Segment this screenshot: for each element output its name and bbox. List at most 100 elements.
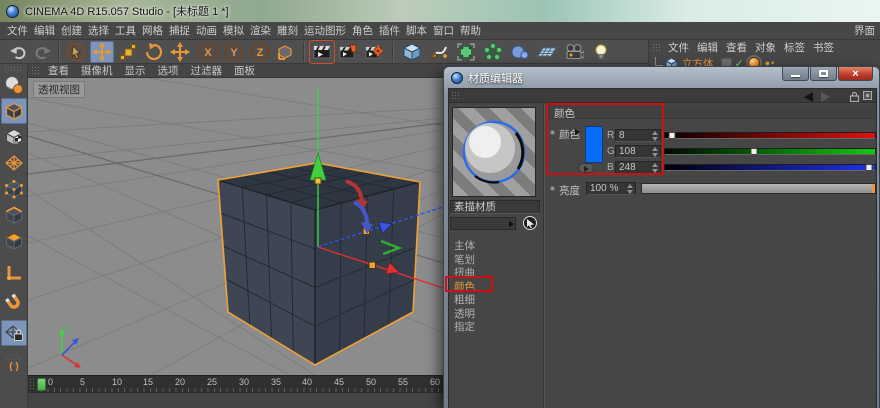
window-titlebar[interactable]: CINEMA 4D R15.057 Studio - [未标题 1 *]: [0, 0, 880, 22]
live-selection-button[interactable]: [64, 41, 88, 63]
menu-item[interactable]: 运动图形: [301, 23, 349, 38]
menu-item[interactable]: 帮助: [457, 23, 484, 38]
add-metaball-button[interactable]: [508, 41, 532, 63]
r-slider[interactable]: [664, 132, 876, 139]
brightness-value-field[interactable]: 100 %: [586, 182, 636, 195]
om-menu-item[interactable]: 标签: [780, 40, 809, 55]
close-button[interactable]: ×: [838, 67, 873, 81]
lock-workplane-button[interactable]: [1, 320, 27, 346]
menu-item[interactable]: 动画: [193, 23, 220, 38]
vp-menu-item[interactable]: 摄像机: [75, 63, 119, 78]
channel-item[interactable]: 指定: [454, 321, 539, 335]
playhead-marker[interactable]: [37, 378, 46, 391]
menu-item[interactable]: 创建: [58, 23, 85, 38]
menu-item[interactable]: 编辑: [31, 23, 58, 38]
add-camera-button[interactable]: [562, 41, 586, 63]
interface-menu[interactable]: 界面: [851, 23, 878, 38]
menu-item[interactable]: 渲染: [247, 23, 274, 38]
menu-item[interactable]: 选择: [85, 23, 112, 38]
add-subdivision-surface-button[interactable]: [454, 41, 478, 63]
add-light-button[interactable]: [589, 41, 613, 63]
channel-item[interactable]: 笔划: [454, 254, 539, 268]
pin-panel-icon[interactable]: [863, 91, 872, 100]
brightness-slider[interactable]: [641, 183, 876, 194]
preview-size-field[interactable]: [450, 217, 516, 230]
workplane-mode-button[interactable]: [1, 150, 27, 176]
panel-grip-icon[interactable]: [652, 43, 661, 53]
lock-z-axis-button[interactable]: Z: [248, 41, 272, 63]
rotate-tool-button[interactable]: [142, 41, 166, 63]
last-tool-button[interactable]: [168, 41, 192, 63]
maximize-button[interactable]: [810, 67, 837, 81]
nav-forward-icon[interactable]: [821, 92, 830, 102]
menu-item[interactable]: 模拟: [220, 23, 247, 38]
undo-button[interactable]: [6, 41, 30, 63]
menu-item[interactable]: 角色: [349, 23, 376, 38]
vp-menu-item[interactable]: 显示: [119, 63, 152, 78]
render-view-button[interactable]: [310, 41, 334, 63]
texture-mode-button[interactable]: [1, 124, 27, 150]
enable-axis-button[interactable]: [1, 260, 27, 286]
om-menu-item[interactable]: 查看: [722, 40, 751, 55]
nav-back-icon[interactable]: [804, 92, 813, 102]
redo-button[interactable]: [31, 41, 55, 63]
vp-menu-item[interactable]: 过滤器: [185, 63, 229, 78]
move-tool-button[interactable]: [90, 41, 114, 63]
model-mode-button[interactable]: [1, 98, 27, 124]
render-settings-button[interactable]: [362, 41, 386, 63]
om-menu-item[interactable]: 对象: [751, 40, 780, 55]
vp-menu-item[interactable]: 查看: [42, 63, 75, 78]
channel-item[interactable]: 粗细: [454, 294, 539, 308]
b-slider[interactable]: [664, 164, 876, 171]
panel-divider[interactable]: [543, 104, 545, 408]
add-cube-button[interactable]: [400, 41, 424, 63]
lock-icon[interactable]: [848, 90, 861, 103]
menu-item[interactable]: 捕捉: [166, 23, 193, 38]
vp-menu-item[interactable]: 面板: [228, 63, 261, 78]
menu-item[interactable]: 脚本: [403, 23, 430, 38]
timeline-track[interactable]: 0 5 10 15 20 25 30 35 40 45 50 55 60: [35, 376, 443, 393]
slider-handle[interactable]: [750, 148, 757, 155]
points-mode-button[interactable]: [1, 176, 27, 202]
view-label[interactable]: 透视视图: [33, 81, 85, 98]
add-array-button[interactable]: [481, 41, 505, 63]
keyframe-dot-icon[interactable]: [550, 186, 555, 191]
menu-item[interactable]: 工具: [112, 23, 139, 38]
lock-y-axis-button[interactable]: Y: [222, 41, 246, 63]
make-editable-button[interactable]: [1, 72, 27, 98]
edges-mode-button[interactable]: [1, 202, 27, 228]
om-menu-item[interactable]: 编辑: [693, 40, 722, 55]
viewport-canvas[interactable]: 透视视图: [28, 78, 443, 375]
menu-item[interactable]: 文件: [4, 23, 31, 38]
planar-workplane-button[interactable]: ( ): [1, 348, 27, 374]
channel-item[interactable]: 主体: [454, 240, 539, 254]
timeline-ruler[interactable]: 0 5 10 15 20 25 30 35 40 45 50 55 60: [28, 375, 443, 392]
g-slider[interactable]: [664, 148, 876, 155]
om-menu-item[interactable]: 文件: [664, 40, 693, 55]
stepper-icon[interactable]: [626, 184, 634, 194]
slider-handle[interactable]: [668, 132, 675, 139]
coordinate-system-button[interactable]: [274, 41, 298, 63]
add-floor-button[interactable]: [535, 41, 559, 63]
material-preview[interactable]: [452, 107, 536, 197]
snap-button[interactable]: [1, 290, 27, 316]
lock-x-axis-button[interactable]: X: [196, 41, 220, 63]
menu-item[interactable]: 窗口: [430, 23, 457, 38]
polygons-mode-button[interactable]: [1, 228, 27, 254]
panel-grip-icon[interactable]: [4, 66, 22, 71]
vp-menu-item[interactable]: 选项: [152, 63, 185, 78]
channel-item[interactable]: 透明: [454, 308, 539, 322]
panel-grip-icon[interactable]: [29, 378, 34, 391]
menu-item[interactable]: 插件: [376, 23, 403, 38]
panel-grip-icon[interactable]: [451, 91, 460, 100]
om-menu-item[interactable]: 书签: [809, 40, 838, 55]
pick-material-button[interactable]: [523, 216, 537, 230]
minimize-button[interactable]: [782, 67, 809, 81]
menu-item[interactable]: 网格: [139, 23, 166, 38]
material-name-field[interactable]: 素描材质: [450, 200, 540, 214]
panel-grip-icon[interactable]: [31, 66, 40, 75]
slider-handle[interactable]: [866, 164, 873, 171]
scale-tool-button[interactable]: [116, 41, 140, 63]
add-spline-button[interactable]: [427, 41, 451, 63]
render-region-button[interactable]: [336, 41, 360, 63]
